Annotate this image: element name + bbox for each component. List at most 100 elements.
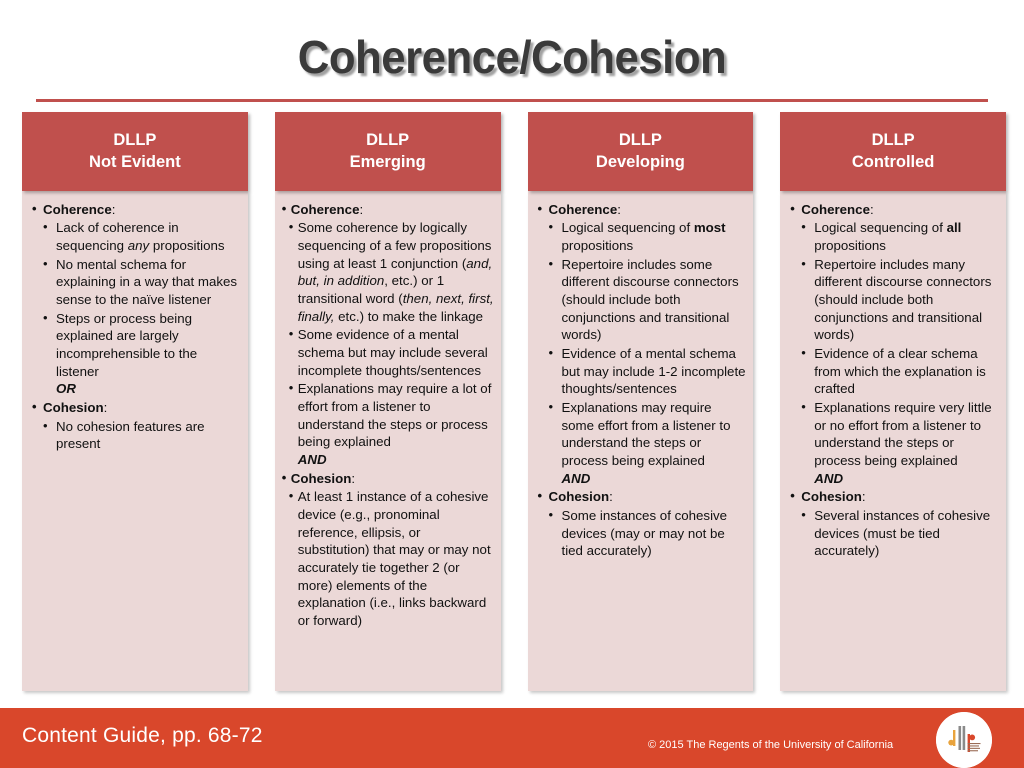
descriptor-item: Explanations may require a lot of effort…: [288, 379, 495, 468]
descriptor-group: At least 1 instance of a cohesive device…: [281, 487, 495, 629]
descriptor-text: At least 1 instance of a cohesive device…: [297, 489, 491, 628]
criteria-colon: :: [359, 201, 364, 217]
criteria-colon: :: [861, 489, 866, 505]
criteria-label: Coherence: [43, 201, 112, 217]
descriptor-text: Repertoire includes some different disco…: [561, 256, 739, 343]
column-header-line1: DLLP: [366, 131, 410, 149]
descriptor-text: AND: [297, 451, 327, 467]
descriptor-text: AND: [814, 470, 844, 486]
column-header-line1: DLLP: [871, 131, 915, 149]
descriptor-list: Logical sequencing of most propositionsR…: [534, 218, 748, 487]
descriptor-item: Evidence of a clear schema from which th…: [798, 344, 1000, 398]
column-header: DLLP Developing: [527, 112, 754, 191]
descriptor-text: Explanations may require a lot of effort…: [297, 381, 492, 450]
descriptor-group: Logical sequencing of all propositionsRe…: [786, 218, 1000, 487]
rubric-columns: DLLPNot EvidentCoherence:Lack of coheren…: [22, 112, 1006, 691]
criteria-label: Cohesion: [290, 470, 352, 486]
descriptor-group: Several instances of cohesive devices (m…: [786, 506, 1000, 560]
criteria-list: Coherence:Logical sequencing of most pro…: [534, 200, 748, 560]
title-divider: [36, 99, 988, 102]
descriptor-item: Repertoire includes many different disco…: [798, 255, 1000, 344]
descriptor-text: most: [693, 220, 726, 236]
descriptor-text: Logical sequencing of: [814, 220, 947, 236]
criteria-label: Coherence: [290, 201, 360, 217]
descriptor-text: Steps or process being explained are lar…: [56, 310, 198, 379]
descriptor-text: Logical sequencing of: [561, 220, 694, 236]
descriptor-item: Repertoire includes some different disco…: [546, 255, 748, 344]
descriptor-text: propositions: [149, 237, 225, 253]
descriptor-item: Several instances of cohesive devices (m…: [798, 506, 1000, 560]
column-body: Coherence:Logical sequencing of most pro…: [527, 190, 754, 691]
criteria-heading: Cohesion:: [786, 487, 1000, 506]
descriptor-text: any: [127, 237, 150, 253]
criteria-label: Coherence: [548, 201, 618, 217]
column-body: Coherence:Lack of coherence in sequencin…: [22, 190, 248, 691]
descriptor-group: Some instances of cohesive devices (may …: [534, 506, 748, 560]
footer-title: Content Guide, pp. 68-72: [22, 724, 263, 747]
criteria-colon: :: [609, 489, 613, 505]
descriptor-text: AND: [561, 470, 591, 486]
descriptor-text: OR: [56, 381, 76, 397]
footer-bar: Content Guide, pp. 68-72 © 2015 The Rege…: [0, 708, 1024, 768]
criteria-label: Cohesion: [801, 489, 862, 505]
criteria-colon: :: [111, 201, 116, 217]
rubric-column: DLLPControlledCoherence:Logical sequenci…: [780, 112, 1006, 691]
descriptor-text: propositions: [814, 237, 886, 253]
criteria-list: Coherence:Logical sequencing of all prop…: [786, 200, 1000, 560]
descriptor-item: Logical sequencing of most propositions: [546, 218, 748, 254]
criteria-heading: Coherence:: [786, 200, 1000, 219]
descriptor-text: Evidence of a clear schema from which th…: [814, 345, 986, 397]
descriptor-text: No mental schema for explaining in a way…: [56, 256, 238, 307]
descriptor-item: No mental schema for explaining in a way…: [40, 255, 242, 309]
column-header: DLLP Emerging: [274, 112, 501, 191]
descriptor-text: Explanations require very little or no e…: [814, 399, 992, 468]
column-header-line1: DLLP: [113, 131, 157, 149]
descriptor-text: etc.) to make the linkage: [334, 308, 484, 324]
column-header-line1: DLLP: [618, 131, 662, 149]
criteria-heading: Coherence:: [28, 200, 242, 219]
descriptor-list: Lack of coherence in sequencing any prop…: [28, 218, 242, 398]
criteria-colon: :: [617, 201, 621, 217]
descriptor-item: Lack of coherence in sequencing any prop…: [40, 218, 242, 254]
descriptor-group: No cohesion features are present: [28, 417, 242, 453]
descriptor-group: Lack of coherence in sequencing any prop…: [28, 218, 242, 398]
criteria-list: Coherence:Some coherence by logically se…: [281, 200, 495, 630]
rubric-column: DLLPDevelopingCoherence:Logical sequenci…: [527, 112, 754, 691]
column-header-line2: Emerging: [349, 153, 426, 172]
criteria-heading: Coherence:: [281, 200, 495, 219]
descriptor-text: No cohesion features are present: [56, 418, 205, 452]
column-header: DLLP Not Evident: [22, 112, 248, 191]
descriptor-text: Explanations may require some effort fro…: [561, 399, 731, 468]
descriptor-text: Several instances of cohesive devices (m…: [814, 507, 991, 559]
criteria-heading: Cohesion:: [281, 469, 495, 488]
criteria-label: Cohesion: [43, 399, 104, 415]
descriptor-item: Some coherence by logically sequencing o…: [288, 218, 495, 325]
descriptor-list: Several instances of cohesive devices (m…: [786, 506, 1000, 560]
criteria-colon: :: [869, 201, 874, 217]
criteria-heading: Cohesion:: [28, 398, 242, 417]
column-header-line2: Controlled: [851, 153, 935, 172]
descriptor-text: Some coherence by logically sequencing o…: [297, 220, 492, 271]
criteria-list: Coherence:Lack of coherence in sequencin…: [28, 200, 242, 453]
descriptor-list: Some instances of cohesive devices (may …: [534, 506, 748, 560]
criteria-label: Coherence: [801, 201, 870, 217]
rubric-column: DLLP Not Evident Coherence:Lack of coheren…: [22, 112, 248, 691]
descriptor-item: Logical sequencing of all propositions: [798, 218, 1000, 254]
descriptor-group: Some coherence by logically sequencing o…: [281, 218, 495, 468]
criteria-label: Cohesion: [548, 489, 610, 505]
dllp-logo-icon: [936, 712, 992, 768]
criteria-colon: :: [351, 470, 356, 486]
rubric-column: DLLPEmergingCoherence:Some coherence by …: [274, 112, 501, 691]
descriptor-text: Some evidence of a mental schema but may…: [297, 327, 488, 378]
descriptor-item: Some evidence of a mental schema but may…: [288, 325, 495, 379]
column-header-line2: Not Evident: [89, 153, 181, 172]
descriptor-text: all: [946, 220, 962, 236]
column-body: Coherence:Logical sequencing of all prop…: [780, 190, 1006, 691]
descriptor-list: No cohesion features are present: [28, 417, 242, 453]
descriptor-list: At least 1 instance of a cohesive device…: [281, 487, 495, 629]
page-title: Coherence/Cohesion: [297, 31, 727, 83]
descriptor-list: Some coherence by logically sequencing o…: [281, 218, 495, 468]
column-header-line2: Developing: [595, 153, 685, 172]
criteria-heading: Coherence:: [534, 200, 748, 219]
descriptor-list: Logical sequencing of all propositionsRe…: [786, 218, 1000, 487]
